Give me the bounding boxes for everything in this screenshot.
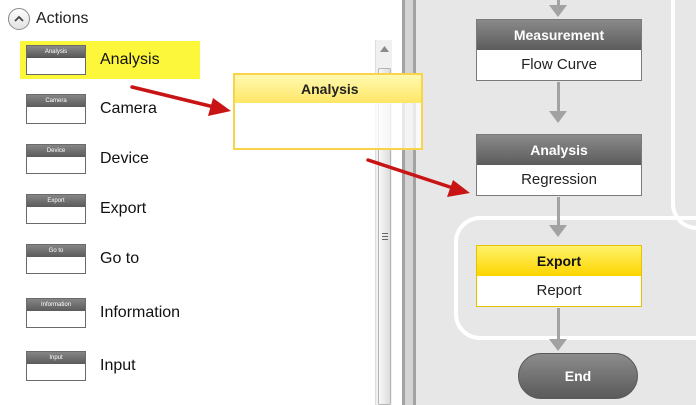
mini-block-head: Export	[27, 195, 85, 207]
camera-block-icon: Camera	[26, 94, 86, 124]
connector-arrow-icon	[549, 5, 567, 17]
end-node[interactable]: End	[518, 353, 638, 399]
mini-block-head: Device	[27, 145, 85, 157]
action-label: Information	[100, 304, 181, 321]
block-header: Analysis	[477, 135, 641, 165]
actions-title: Actions	[36, 10, 89, 27]
mini-block-head: Input	[27, 352, 85, 364]
block-body: Regression	[521, 171, 597, 188]
ghost-block-header: Analysis	[235, 75, 421, 103]
go-to-block-icon: Go to	[26, 244, 86, 274]
workflow-block-analysis[interactable]: Analysis Regression	[476, 134, 642, 196]
block-header: Export	[477, 246, 641, 276]
input-block-icon: Input	[26, 351, 86, 381]
action-label: Analysis	[100, 51, 160, 68]
action-item-input[interactable]: Input Input	[20, 347, 200, 385]
analysis-block-icon: Analysis	[26, 45, 86, 75]
connector-line	[557, 82, 560, 113]
connector-arrow-icon	[549, 339, 567, 351]
export-block-icon: Export	[26, 194, 86, 224]
drag-ghost-analysis-block: Analysis	[233, 73, 423, 150]
block-header: Measurement	[477, 20, 641, 50]
scroll-up-arrow-icon	[380, 45, 389, 52]
panel-splitter[interactable]	[402, 0, 416, 405]
mini-block-head: Analysis	[27, 46, 85, 58]
actions-header: Actions	[0, 0, 405, 38]
action-label: Camera	[100, 100, 157, 117]
action-label: Go to	[100, 250, 140, 267]
mini-block-head: Camera	[27, 95, 85, 107]
workflow-block-export[interactable]: Export Report	[476, 245, 642, 307]
action-item-analysis[interactable]: Analysis Analysis	[20, 41, 200, 79]
workflow-editor: Actions Analysis Analysis Camera Camera …	[0, 0, 696, 405]
mini-block-head: Go to	[27, 245, 85, 257]
action-item-export[interactable]: Export Export	[20, 190, 200, 228]
workflow-canvas[interactable]: Measurement Flow Curve Analysis Regressi…	[416, 0, 696, 405]
workflow-block-measurement[interactable]: Measurement Flow Curve	[476, 19, 642, 81]
connector-arrow-icon	[549, 225, 567, 237]
block-body: Flow Curve	[521, 56, 597, 73]
scroll-up-button[interactable]	[376, 40, 393, 57]
chevron-up-icon	[14, 15, 24, 22]
device-block-icon: Device	[26, 144, 86, 174]
connector-line	[557, 308, 560, 341]
action-label: Export	[100, 200, 147, 217]
action-item-information[interactable]: Information Information	[20, 294, 200, 332]
group-frame-outer	[671, 0, 696, 230]
connector-line	[557, 197, 560, 227]
information-block-icon: Information	[26, 298, 86, 328]
block-body: Report	[536, 282, 582, 299]
action-item-go-to[interactable]: Go to Go to	[20, 240, 200, 278]
grip-icon	[381, 233, 388, 240]
connector-arrow-icon	[549, 111, 567, 123]
mini-block-head: Information	[27, 299, 85, 311]
action-label: Input	[100, 357, 136, 374]
action-item-camera[interactable]: Camera Camera	[20, 90, 200, 128]
action-item-device[interactable]: Device Device	[20, 140, 200, 178]
action-label: Device	[100, 150, 149, 167]
collapse-actions-button[interactable]	[8, 8, 30, 30]
